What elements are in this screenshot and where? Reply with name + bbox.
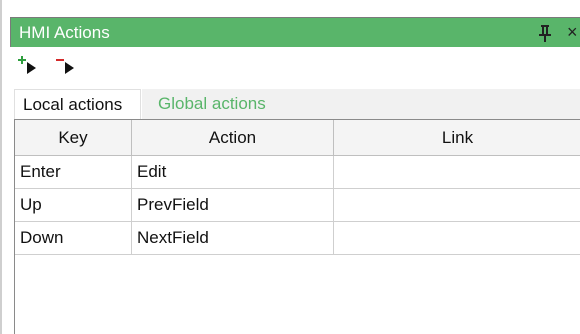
tab-strip: Local actions Global actions xyxy=(14,89,580,119)
toolbar xyxy=(14,54,134,80)
cell-action[interactable]: Edit xyxy=(132,156,334,188)
cell-action[interactable]: PrevField xyxy=(132,189,334,221)
window-title: HMI Actions xyxy=(19,23,110,42)
cell-link[interactable] xyxy=(334,156,580,188)
remove-action-icon xyxy=(56,59,74,74)
remove-action-button[interactable] xyxy=(56,54,80,78)
tab-strip-background xyxy=(310,89,580,119)
table-header: Key Action Link xyxy=(15,120,580,156)
cell-key[interactable]: Up xyxy=(15,189,132,221)
table-row[interactable]: Enter Edit xyxy=(15,156,580,189)
table-row[interactable]: Up PrevField xyxy=(15,189,580,222)
tab-local-actions[interactable]: Local actions xyxy=(14,89,141,119)
cell-link[interactable] xyxy=(334,189,580,221)
cell-link[interactable] xyxy=(334,222,580,254)
tab-global-actions[interactable]: Global actions xyxy=(142,89,310,119)
close-icon[interactable]: × xyxy=(567,22,578,42)
column-header-link[interactable]: Link xyxy=(334,120,580,155)
column-header-key[interactable]: Key xyxy=(15,120,132,155)
cell-key[interactable]: Down xyxy=(15,222,132,254)
hmi-actions-panel: HMI Actions × Local actions Global actio… xyxy=(0,0,580,334)
title-bar[interactable]: HMI Actions × xyxy=(10,17,580,47)
pin-icon[interactable] xyxy=(538,24,552,42)
table-row[interactable]: Down NextField xyxy=(15,222,580,255)
actions-table: Key Action Link Enter Edit Up PrevField … xyxy=(14,119,580,334)
cell-action[interactable]: NextField xyxy=(132,222,334,254)
cell-key[interactable]: Enter xyxy=(15,156,132,188)
add-action-icon xyxy=(18,56,36,74)
column-header-action[interactable]: Action xyxy=(132,120,334,155)
panel-left-border xyxy=(0,0,2,334)
add-action-button[interactable] xyxy=(18,54,42,78)
